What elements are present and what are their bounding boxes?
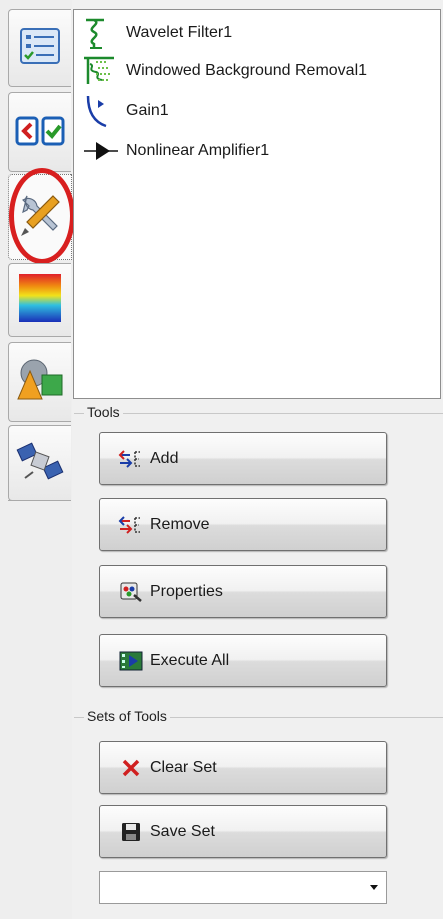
- add-tool-icon: [118, 448, 144, 470]
- tab-checklist[interactable]: [8, 9, 71, 87]
- tool-set-dropdown[interactable]: [99, 871, 387, 904]
- tools-group-border: [74, 413, 443, 414]
- properties-button[interactable]: Properties: [99, 565, 387, 618]
- tab-compare[interactable]: [8, 92, 71, 172]
- sets-group-label: Sets of Tools: [84, 708, 170, 724]
- tool-tree-list[interactable]: Wavelet Filter1 Windowed Background Remo…: [73, 9, 441, 399]
- wavelet-filter-icon: [82, 16, 126, 50]
- tab-3d-shapes[interactable]: [8, 342, 71, 422]
- gain-icon: [82, 94, 126, 128]
- add-button[interactable]: Add: [99, 432, 387, 485]
- tools-group-label: Tools: [84, 404, 123, 420]
- compare-icon: [15, 112, 65, 153]
- color-palette-icon: [17, 272, 63, 329]
- clear-set-button[interactable]: Clear Set: [99, 741, 387, 794]
- tree-item-nonlinear-amplifier[interactable]: Nonlinear Amplifier1: [82, 134, 269, 168]
- save-set-button[interactable]: Save Set: [99, 805, 387, 858]
- tree-item-background-removal[interactable]: Windowed Background Removal1: [82, 54, 367, 88]
- background-removal-icon: [82, 54, 126, 88]
- clear-icon: [118, 757, 144, 779]
- highlight-circle: [9, 168, 75, 264]
- execute-all-icon: [118, 650, 144, 672]
- chevron-down-icon: [370, 885, 378, 890]
- satellite-icon: [15, 438, 65, 489]
- execute-all-button[interactable]: Execute All: [99, 634, 387, 687]
- clear-set-button-label: Clear Set: [150, 758, 217, 776]
- checklist-icon: [18, 26, 62, 71]
- properties-button-label: Properties: [150, 582, 223, 600]
- remove-button[interactable]: Remove: [99, 498, 387, 551]
- tree-item-wavelet-filter[interactable]: Wavelet Filter1: [82, 16, 232, 50]
- tree-item-label: Wavelet Filter1: [126, 24, 233, 41]
- remove-tool-icon: [118, 514, 144, 536]
- tree-item-gain[interactable]: Gain1: [82, 94, 169, 128]
- tree-item-label: Windowed Background Removal1: [126, 62, 368, 79]
- tab-color-palette[interactable]: [8, 263, 71, 337]
- amplifier-icon: [82, 134, 126, 168]
- save-disk-icon: [118, 821, 144, 843]
- tab-satellite[interactable]: [8, 425, 71, 501]
- 3d-shapes-icon: [14, 357, 66, 408]
- remove-button-label: Remove: [150, 515, 210, 533]
- tab-strip-divider: [8, 500, 70, 501]
- tree-item-label: Gain1: [126, 102, 169, 119]
- add-button-label: Add: [150, 449, 179, 467]
- tree-item-label: Nonlinear Amplifier1: [126, 142, 270, 159]
- save-set-button-label: Save Set: [150, 822, 215, 840]
- execute-all-button-label: Execute All: [150, 651, 230, 669]
- vertical-tab-strip: [0, 0, 75, 919]
- properties-icon: [118, 581, 144, 603]
